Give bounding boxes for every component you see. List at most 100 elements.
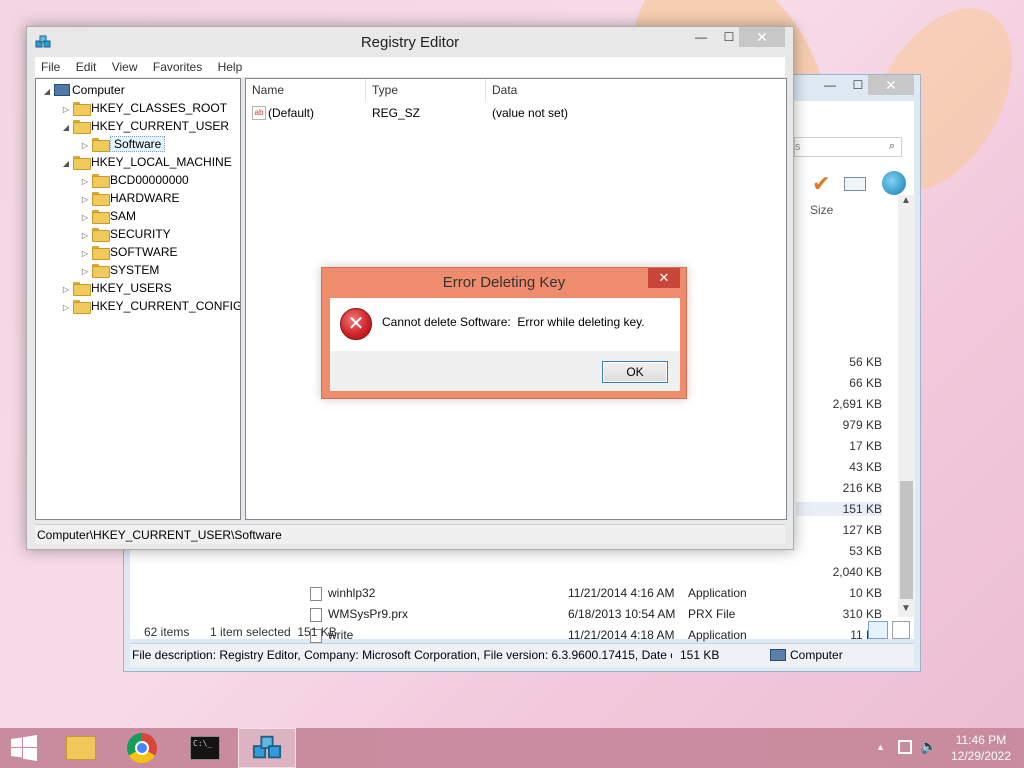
network-icon[interactable]: [898, 740, 912, 754]
value-type: REG_SZ: [372, 106, 421, 120]
registry-tree[interactable]: ◢ Computer ▷ HKEY_CLASSES_ROOT ◢ HKEY_CURRENT…: [35, 78, 241, 520]
details-bar: File description: Registry Editor, Compa…: [130, 643, 914, 667]
globe-icon[interactable]: [882, 171, 906, 195]
tree-node-label: HKEY_CURRENT_USER: [91, 119, 230, 133]
window-title: Registry Editor: [360, 34, 460, 51]
registry-editor-icon: [252, 735, 282, 759]
error-dialog[interactable]: Error Deleting Key ✕ ✕ Cannot delete Sof…: [321, 267, 687, 399]
command-prompt-icon: C:\_: [190, 736, 220, 760]
folder-icon: [73, 120, 91, 134]
dialog-title: Error Deleting Key: [442, 274, 566, 291]
scroll-up-arrow-icon[interactable]: ▲: [901, 195, 911, 206]
dialog-footer: OK: [330, 351, 680, 391]
folder-icon: [66, 736, 96, 760]
tree-node-label: HKEY_LOCAL_MACHINE: [91, 155, 232, 169]
tree-node[interactable]: ▷ HKEY_CURRENT_CONFIG: [61, 297, 241, 317]
show-hidden-icons-icon[interactable]: ▲: [876, 742, 885, 752]
taskbar: C:\_ ▲ 🔈 11:46 PM 12/29/2022: [0, 728, 1024, 768]
checkmark-icon[interactable]: ✔: [812, 171, 830, 197]
taskbar-command-prompt[interactable]: C:\_: [176, 728, 234, 768]
tree-node[interactable]: ▷ SOFTWARE: [80, 243, 178, 261]
status-bar: Computer\HKEY_CURRENT_USER\Software: [35, 524, 785, 544]
tree-node[interactable]: ▷ SECURITY: [80, 225, 171, 243]
expanded-arrow-icon[interactable]: ◢: [42, 83, 52, 101]
minimize-button[interactable]: —: [816, 75, 844, 95]
tree-node[interactable]: ▷ SYSTEM: [80, 261, 159, 279]
items-count: 62 items: [144, 625, 190, 639]
search-input[interactable]: s ⌕: [794, 137, 902, 157]
tree-node-label: SYSTEM: [110, 263, 160, 277]
error-icon: ✕: [340, 308, 372, 340]
menu-file[interactable]: File: [35, 57, 66, 77]
file-size: 310 KB: [842, 607, 882, 621]
folder-icon: [73, 156, 91, 170]
details-view-icon[interactable]: [868, 621, 888, 639]
clock-date[interactable]: 12/29/2022: [946, 749, 1016, 763]
column-header-data[interactable]: Data: [486, 79, 786, 101]
expanded-arrow-icon[interactable]: ◢: [61, 119, 71, 137]
expanded-arrow-icon[interactable]: ◢: [61, 155, 71, 173]
title-bar[interactable]: Registry Editor — ☐ ✕: [27, 27, 793, 57]
folder-icon: [73, 300, 91, 314]
tree-node-label: Computer: [72, 83, 125, 97]
tree-node[interactable]: ▷ BCD00000000: [80, 171, 189, 189]
selection-info: 1 item selected 151 KB: [210, 625, 337, 639]
menu-view[interactable]: View: [106, 57, 144, 77]
tree-node-label: SOFTWARE: [110, 245, 178, 259]
folder-icon: [92, 264, 110, 278]
tree-node[interactable]: ▷ Software: [80, 135, 166, 153]
column-header-name[interactable]: Name: [246, 79, 366, 101]
dialog-body: ✕ Cannot delete Software: Error while de…: [330, 298, 680, 351]
close-button[interactable]: ✕: [868, 75, 914, 95]
details-description: File description: Registry Editor, Compa…: [132, 648, 672, 662]
tree-node[interactable]: ▷ HARDWARE: [80, 189, 180, 207]
menu-bar: File Edit View Favorites Help: [35, 57, 785, 77]
clock-time[interactable]: 11:46 PM: [946, 733, 1016, 747]
start-button[interactable]: [0, 728, 48, 768]
computer-icon: [770, 649, 786, 661]
taskbar-registry-editor[interactable]: [238, 728, 296, 768]
folder-icon: [92, 174, 110, 188]
tree-node[interactable]: ◢ Computer: [42, 81, 125, 99]
tree-node-label: HKEY_CURRENT_CONFIG: [91, 299, 241, 313]
menu-help[interactable]: Help: [212, 57, 249, 77]
column-header-type[interactable]: Type: [366, 79, 486, 101]
collapsed-arrow-icon[interactable]: ▷: [61, 299, 71, 317]
close-button[interactable]: ✕: [739, 27, 785, 47]
properties-icon[interactable]: [844, 177, 866, 191]
tree-node[interactable]: ◢ HKEY_CURRENT_USER: [61, 117, 229, 135]
tree-node[interactable]: ▷ SAM: [80, 207, 136, 225]
details-location: Computer: [790, 648, 843, 662]
folder-icon: [92, 228, 110, 242]
scroll-down-arrow-icon[interactable]: ▼: [901, 603, 911, 614]
status-path: Computer\HKEY_CURRENT_USER\Software: [37, 528, 282, 542]
dialog-message: Cannot delete Software: Error while dele…: [382, 315, 645, 329]
folder-icon: [92, 246, 110, 260]
folder-icon: [92, 210, 110, 224]
tree-node[interactable]: ◢ HKEY_LOCAL_MACHINE: [61, 153, 232, 171]
taskbar-file-explorer[interactable]: [52, 728, 110, 768]
computer-icon: [54, 84, 70, 96]
search-icon: ⌕: [888, 140, 895, 152]
scroll-thumb[interactable]: [900, 481, 913, 599]
string-value-icon: ab: [252, 106, 266, 120]
dialog-close-button[interactable]: ✕: [648, 268, 680, 288]
vertical-scrollbar[interactable]: ▲ ▼: [898, 195, 915, 617]
menu-favorites[interactable]: Favorites: [147, 57, 208, 77]
column-header-size[interactable]: Size: [810, 203, 833, 217]
tree-node[interactable]: ▷ HKEY_USERS: [61, 279, 172, 297]
file-size: 10 KB: [849, 586, 882, 600]
volume-icon[interactable]: 🔈: [920, 738, 937, 755]
large-icons-view-icon[interactable]: [892, 621, 910, 639]
details-size: 151 KB: [680, 648, 720, 662]
file-size: 151 KB: [796, 502, 882, 516]
taskbar-chrome[interactable]: [114, 728, 172, 768]
tree-node[interactable]: ▷ HKEY_CLASSES_ROOT: [61, 99, 227, 117]
ok-button[interactable]: OK: [602, 361, 668, 383]
chrome-icon: [127, 733, 157, 763]
minimize-button[interactable]: —: [687, 27, 715, 47]
folder-icon: [92, 192, 110, 206]
value-name: (Default): [268, 106, 315, 120]
menu-edit[interactable]: Edit: [70, 57, 103, 77]
tree-node-label: SAM: [110, 209, 137, 223]
